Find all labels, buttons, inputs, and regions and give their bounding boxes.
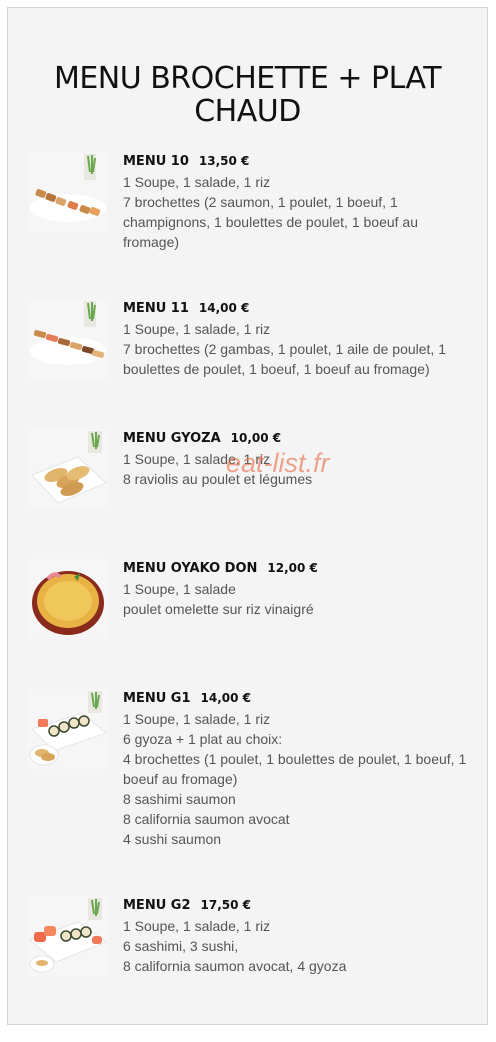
menu-line: 4 brochettes (1 poulet, 1 boulettes de p… [123,751,467,787]
menu-price: 14,00 € [198,301,250,315]
menu-line: 8 california saumon avocat, 4 gyoza [123,958,347,974]
page-title: MENU BROCHETTE + PLAT CHAUD [53,61,442,129]
menu-line: 1 Soupe, 1 salade, 1 riz [123,174,271,190]
menu-line: 4 sushi saumon [123,831,222,847]
menu-line: 7 brochettes (2 gambas, 1 poulet, 1 aile… [123,341,446,377]
menu-photo [28,152,108,232]
menu-photo [28,429,108,509]
menu-line: 1 Soupe, 1 salade, 1 riz [123,711,271,727]
menu-info: MENU OYAKO DON 12,00 € 1 Soupe, 1 salade … [123,559,473,619]
menu-photo [28,896,108,976]
watermark: eat-list.fr [226,448,330,478]
menu-photo [28,299,108,379]
menu-name: MENU G2 [123,898,191,913]
menu-name: MENU G1 [123,691,191,706]
menu-info: MENU G1 14,00 € 1 Soupe, 1 salade, 1 riz … [123,689,473,849]
menu-photo [28,559,108,639]
menu-line: 7 brochettes (2 saumon, 1 poulet, 1 boeu… [123,194,418,250]
menu-line: 6 gyoza + 1 plat au choix: [123,731,283,747]
menu-line: poulet omelette sur riz vinaigré [123,601,314,617]
menu-line: 8 sashimi saumon [123,791,236,807]
menu-info: MENU G2 17,50 € 1 Soupe, 1 salade, 1 riz … [123,896,473,976]
menu-line: 1 Soupe, 1 salade [123,581,236,597]
menu-price: 14,00 € [200,691,251,705]
menu-photo [28,689,108,769]
menu-name: MENU GYOZA [123,431,221,446]
menu-card: MENU BROCHETTE + PLAT CHAUD MENU 10 13,50… [7,7,488,1025]
menu-name: MENU OYAKO DON [123,561,258,576]
menu-price: 10,00 € [230,431,282,445]
menu-info: MENU 10 13,50 € 1 Soupe, 1 salade, 1 riz … [123,152,473,252]
menu-price: 13,50 € [198,154,250,168]
menu-price: 12,00 € [267,561,318,575]
menu-line: 1 Soupe, 1 salade, 1 riz [123,321,271,337]
menu-line: 8 california saumon avocat [123,811,290,827]
menu-name: MENU 10 [123,154,189,169]
menu-name: MENU 11 [123,301,189,316]
menu-info: MENU 11 14,00 € 1 Soupe, 1 salade, 1 riz … [123,299,473,379]
menu-line: 1 Soupe, 1 salade, 1 riz [123,918,271,934]
menu-price: 17,50 € [200,898,251,912]
menu-line: 6 sashimi, 3 sushi, [123,938,239,954]
